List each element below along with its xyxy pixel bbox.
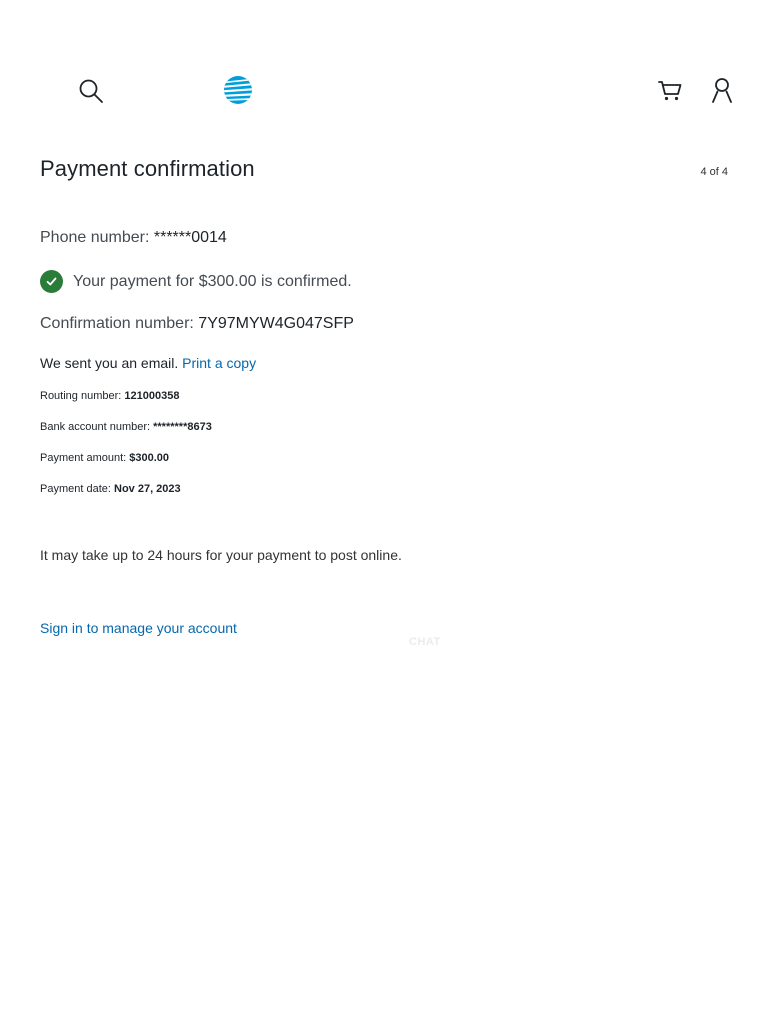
check-circle-icon	[40, 270, 63, 293]
date-value: Nov 27, 2023	[114, 483, 181, 495]
posting-note: It may take up to 24 hours for your paym…	[40, 547, 402, 563]
step-indicator: 4 of 4	[700, 166, 728, 178]
date-label: Payment date:	[40, 483, 114, 495]
payment-date-row: Payment date: Nov 27, 2023	[40, 483, 181, 495]
account-icon[interactable]	[709, 76, 735, 104]
bank-account-row: Bank account number: ********8673	[40, 421, 212, 433]
routing-value: 121000358	[124, 390, 180, 402]
confirmed-text: Your payment for $300.00 is confirmed.	[73, 272, 352, 290]
payment-confirmation-panel: Payment confirmation 4 of 4 Phone number…	[40, 150, 730, 636]
title-row: Payment confirmation 4 of 4	[40, 150, 730, 190]
bank-value: ********8673	[153, 421, 212, 433]
sign-in-link[interactable]: Sign in to manage your account	[40, 620, 237, 636]
email-text: We sent you an email.	[40, 355, 183, 371]
confirmation-number-row: Confirmation number: 7Y97MYW4G047SFP	[40, 315, 354, 333]
print-copy-link[interactable]: Print a copy	[182, 355, 256, 371]
search-icon[interactable]	[76, 76, 106, 106]
signin-row: Sign in to manage your account	[40, 620, 237, 636]
chat-button[interactable]: CHAT	[409, 636, 441, 648]
bank-label: Bank account number:	[40, 421, 154, 433]
routing-label: Routing number:	[40, 390, 125, 402]
att-globe-logo[interactable]	[222, 74, 254, 106]
phone-number-row: Phone number: ******0014	[40, 229, 227, 247]
payment-amount-row: Payment amount: $300.00	[40, 452, 169, 464]
cart-icon[interactable]	[655, 76, 685, 104]
confirmation-value: 7Y97MYW4G047SFP	[198, 315, 354, 332]
confirmation-label: Confirmation number:	[40, 315, 199, 332]
site-header	[0, 0, 768, 130]
confirmed-message: Your payment for $300.00 is confirmed.	[40, 270, 352, 293]
email-row: We sent you an email. Print a copy	[40, 355, 256, 371]
page-title: Payment confirmation	[40, 156, 255, 181]
phone-value: ******0014	[153, 229, 227, 246]
phone-label: Phone number:	[40, 229, 154, 246]
amount-label: Payment amount:	[40, 452, 130, 464]
amount-value: $300.00	[129, 452, 170, 464]
routing-number-row: Routing number: 121000358	[40, 390, 179, 402]
